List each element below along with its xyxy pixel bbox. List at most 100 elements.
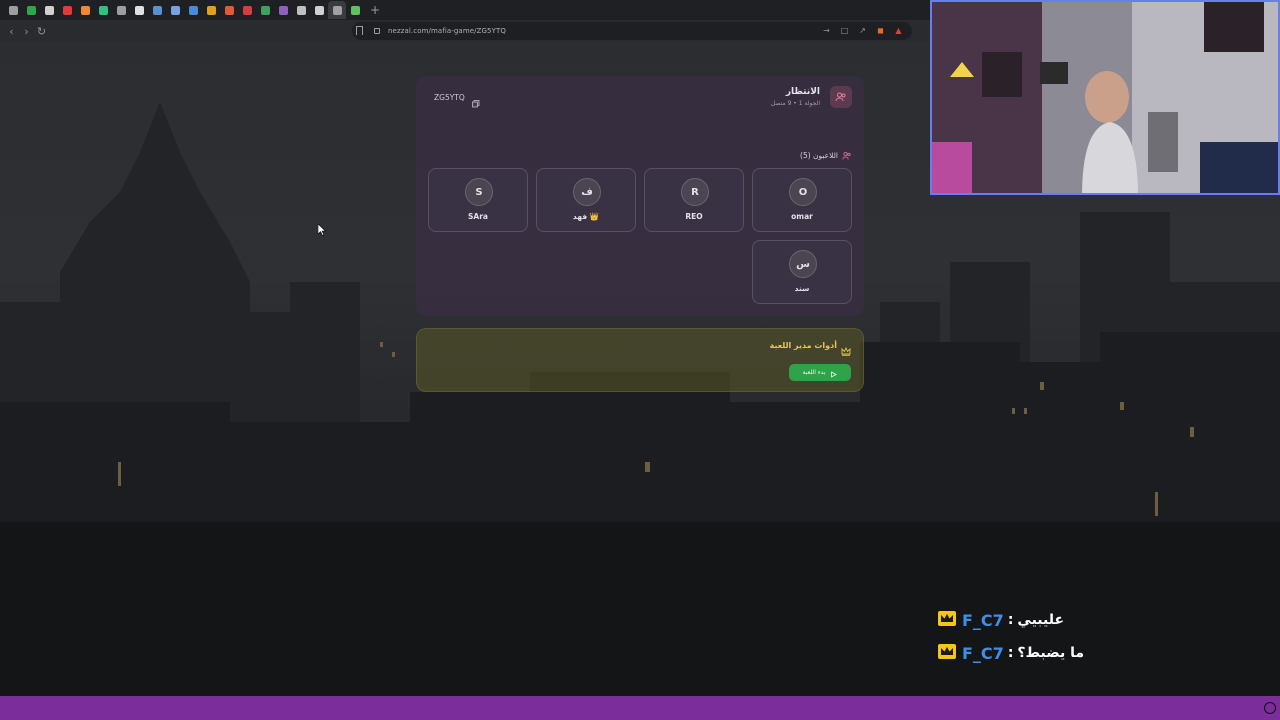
stream-bottom-bar (0, 696, 1280, 720)
browser-tab[interactable] (40, 1, 58, 19)
favicon-icon (188, 5, 198, 15)
chat-message: F_C7 : عليبيي (938, 608, 1064, 632)
browser-tab[interactable] (58, 1, 76, 19)
player-name: سند (794, 284, 810, 293)
status-subtitle: الجولة 1 • 9 متصل (770, 100, 820, 107)
crown-icon (938, 610, 956, 630)
chat-message: F_C7 : ما يضبط؟ (938, 641, 1084, 665)
favicon-icon (206, 5, 216, 15)
favicon-icon (134, 5, 144, 15)
browser-tab[interactable] (274, 1, 292, 19)
players-count-label: اللاعبون (5) (800, 151, 838, 160)
start-game-button[interactable]: بدء اللعبة (789, 364, 851, 381)
favicon-icon (80, 5, 90, 15)
back-icon[interactable]: ‹ (4, 25, 19, 38)
copy-icon[interactable] (472, 93, 480, 108)
start-game-label: بدء اللعبة (802, 369, 826, 376)
browser-tab[interactable] (148, 1, 166, 19)
chat-text: عليبيي (1017, 612, 1065, 628)
browser-tab[interactable] (256, 1, 274, 19)
browser-tab[interactable] (238, 1, 256, 19)
browser-tab[interactable] (130, 1, 148, 19)
favicon-icon (116, 5, 126, 15)
player-avatar: س (789, 250, 817, 278)
browser-tab[interactable] (328, 1, 346, 19)
favicon-icon (98, 5, 108, 15)
browser-tab[interactable] (346, 1, 364, 19)
players-heading: اللاعبون (5) (800, 146, 852, 165)
crown-icon (938, 643, 956, 663)
screen: + ‹ › ↻ nezzal.com/mafia-game/ZG5YTQ → □… (0, 0, 1280, 720)
chat-separator: : (1007, 645, 1014, 661)
crown-icon (841, 341, 851, 360)
player-name: omar (791, 212, 813, 221)
player-card: ف فهد 👑 (536, 168, 636, 232)
browser-tab[interactable] (292, 1, 310, 19)
favicon-icon (152, 5, 162, 15)
favicon-icon (332, 5, 342, 15)
waiting-room-panel: الانتظار الجولة 1 • 9 متصل ZG5YTQ اللاعب… (416, 76, 864, 316)
panel-header: الانتظار الجولة 1 • 9 متصل ZG5YTQ (416, 76, 864, 118)
browser-tab[interactable] (22, 1, 40, 19)
favicon-icon (278, 5, 288, 15)
admin-tools-panel: أدوات مدير اللعبة بدء اللعبة (416, 328, 864, 392)
site-info-icon[interactable] (374, 28, 380, 34)
player-card: R REO (644, 168, 744, 232)
player-name: فهد 👑 (572, 212, 600, 221)
chat-separator: : (1007, 612, 1014, 628)
room-code: ZG5YTQ (434, 93, 465, 102)
chat-text: ما يضبط؟ (1017, 645, 1085, 661)
player-avatar: O (789, 178, 817, 206)
browser-tab-strip: + (0, 0, 930, 20)
player-name: SAra (468, 212, 488, 221)
brave-icon[interactable]: ◼ (875, 25, 886, 36)
translate-icon[interactable]: → (821, 25, 832, 36)
favicon-icon (62, 5, 72, 15)
player-avatar: S (465, 178, 493, 206)
favicon-icon (242, 5, 252, 15)
forward-icon[interactable]: › (19, 25, 34, 38)
address-bar[interactable]: nezzal.com/mafia-game/ZG5YTQ → □ ↗ ◼ ▲ (352, 22, 912, 40)
admin-tools-title: أدوات مدير اللعبة (769, 341, 837, 350)
share-icon[interactable]: ↗ (857, 25, 868, 36)
favicon-icon (296, 5, 306, 15)
chat-username: F_C7 (962, 643, 1004, 663)
player-card: س سند (752, 240, 852, 304)
player-avatar: ف (573, 178, 601, 206)
warning-icon[interactable]: ▲ (893, 25, 904, 36)
browser-tab[interactable] (4, 1, 22, 19)
browser-tab[interactable] (112, 1, 130, 19)
browser-tab[interactable] (76, 1, 94, 19)
webcam-feed (930, 0, 1280, 195)
favicon-icon (8, 5, 18, 15)
favicon-icon (44, 5, 54, 15)
player-avatar: R (681, 178, 709, 206)
bookmark-icon[interactable] (356, 26, 363, 35)
browser-tab[interactable] (166, 1, 184, 19)
player-name: REO (685, 212, 703, 221)
players-icon (842, 146, 852, 165)
browser-tab[interactable] (184, 1, 202, 19)
favicon-icon (314, 5, 324, 15)
browser-toolbar: ‹ › ↻ nezzal.com/mafia-game/ZG5YTQ → □ ↗… (0, 20, 930, 42)
url-text[interactable]: nezzal.com/mafia-game/ZG5YTQ (388, 27, 506, 35)
browser-tab[interactable] (202, 1, 220, 19)
users-icon (830, 86, 852, 108)
browser-tab[interactable] (310, 1, 328, 19)
open-icon[interactable]: □ (839, 25, 850, 36)
favicon-icon (170, 5, 180, 15)
browser-tab[interactable] (94, 1, 112, 19)
favicon-icon (260, 5, 270, 15)
favicon-icon (26, 5, 36, 15)
settings-icon (1264, 702, 1276, 714)
new-tab-icon[interactable]: + (370, 3, 380, 17)
player-card: O omar (752, 168, 852, 232)
play-icon (830, 363, 838, 382)
favicon-icon (350, 5, 360, 15)
status-title: الانتظار (785, 87, 820, 97)
reload-icon[interactable]: ↻ (34, 25, 49, 38)
player-card: S SAra (428, 168, 528, 232)
mouse-cursor-icon (317, 221, 327, 240)
browser-tab[interactable] (220, 1, 238, 19)
chat-username: F_C7 (962, 610, 1004, 630)
